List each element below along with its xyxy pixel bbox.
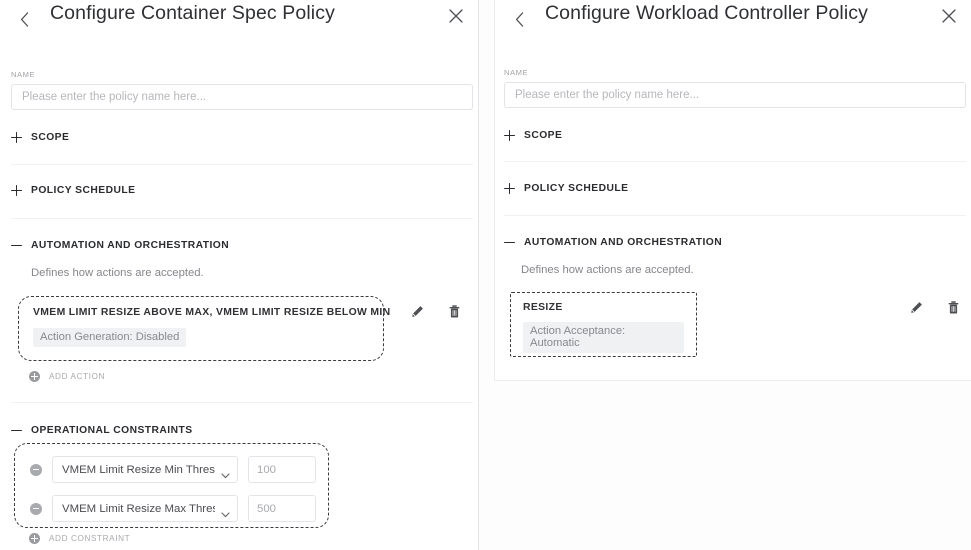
- page-title: Configure Workload Controller Policy: [545, 2, 868, 24]
- minus-circle-icon[interactable]: [30, 502, 42, 515]
- close-icon[interactable]: [941, 8, 959, 26]
- action-card-buttons: [909, 300, 961, 315]
- action-card-title: RESIZE: [523, 302, 563, 313]
- action-card-chip: Action Acceptance: Automatic: [523, 322, 684, 353]
- minus-icon: [11, 240, 22, 251]
- plus-icon: [504, 183, 515, 194]
- section-title: POLICY SCHEDULE: [31, 185, 136, 196]
- action-card[interactable]: VMEM LIMIT RESIZE ABOVE MAX, VMEM LIMIT …: [18, 296, 391, 361]
- panel-header: Configure Container Spec Policy: [0, 0, 478, 44]
- add-constraint-label: ADD CONSTRAINT: [49, 534, 131, 543]
- section-description: Defines how actions are accepted.: [521, 264, 694, 276]
- trash-icon[interactable]: [447, 304, 462, 319]
- constraint-value-input[interactable]: [248, 456, 316, 483]
- section-header-scope[interactable]: SCOPE: [11, 132, 69, 143]
- name-field-group: NAME: [504, 68, 966, 108]
- action-card-row: RESIZE Action Acceptance: Automatic: [510, 292, 965, 357]
- container-spec-policy-panel: Configure Container Spec Policy NAME SCO…: [0, 0, 479, 550]
- section-header-scope[interactable]: SCOPE: [504, 130, 562, 141]
- section-divider: [11, 218, 473, 219]
- close-icon[interactable]: [448, 8, 466, 26]
- action-card[interactable]: RESIZE Action Acceptance: Automatic: [510, 292, 697, 357]
- add-constraint-link[interactable]: ADD CONSTRAINT: [29, 533, 130, 544]
- section-title: OPERATIONAL CONSTRAINTS: [31, 425, 193, 436]
- add-action-link[interactable]: ADD ACTION: [29, 371, 105, 382]
- panel-header: Configure Workload Controller Policy: [495, 0, 971, 44]
- add-action-label: ADD ACTION: [49, 372, 106, 381]
- pencil-icon[interactable]: [410, 304, 425, 319]
- section-title: AUTOMATION AND ORCHESTRATION: [524, 237, 723, 248]
- workload-controller-policy-panel: Configure Workload Controller Policy NAM…: [494, 0, 971, 381]
- action-card-chip: Action Generation: Disabled: [33, 328, 187, 347]
- section-header-operational-constraints[interactable]: OPERATIONAL CONSTRAINTS: [11, 425, 193, 436]
- action-card-title: VMEM LIMIT RESIZE ABOVE MAX, VMEM LIMIT …: [33, 307, 391, 318]
- section-header-policy-schedule[interactable]: POLICY SCHEDULE: [11, 185, 135, 196]
- action-card-buttons: [410, 304, 462, 319]
- plus-icon: [504, 130, 515, 141]
- policy-name-input[interactable]: [504, 82, 966, 108]
- plus-circle-icon: [29, 533, 40, 544]
- section-title: SCOPE: [524, 130, 563, 141]
- section-header-automation-and-orchestration[interactable]: AUTOMATION AND ORCHESTRATION: [504, 237, 722, 248]
- section-divider: [11, 164, 473, 165]
- constraint-type-select-wrap: VMEM Limit Resize Max Thresho: [52, 495, 238, 522]
- constraint-row: VMEM Limit Resize Max Thresho: [30, 495, 328, 522]
- name-label: NAME: [11, 70, 36, 79]
- action-card-row: VMEM LIMIT RESIZE ABOVE MAX, VMEM LIMIT …: [18, 296, 473, 361]
- name-field-group: NAME: [11, 70, 473, 110]
- screenshot-root: Configure Container Spec Policy NAME SCO…: [0, 0, 971, 550]
- minus-icon: [504, 237, 515, 248]
- chevron-left-icon[interactable]: [509, 8, 529, 30]
- plus-circle-icon: [29, 371, 40, 382]
- constraint-row: VMEM Limit Resize Min Thresho: [30, 456, 328, 483]
- section-description: Defines how actions are accepted.: [31, 267, 204, 279]
- section-divider: [11, 402, 473, 403]
- policy-name-input[interactable]: [11, 84, 473, 110]
- chevron-left-icon[interactable]: [14, 8, 34, 30]
- constraint-type-select[interactable]: VMEM Limit Resize Max Thresho: [52, 495, 238, 522]
- section-divider: [504, 161, 966, 162]
- plus-icon: [11, 185, 22, 196]
- constraint-value-input[interactable]: [248, 495, 316, 522]
- section-title: SCOPE: [31, 132, 70, 143]
- section-header-policy-schedule[interactable]: POLICY SCHEDULE: [504, 183, 628, 194]
- section-title: AUTOMATION AND ORCHESTRATION: [31, 240, 230, 251]
- section-header-automation-and-orchestration[interactable]: AUTOMATION AND ORCHESTRATION: [11, 240, 229, 251]
- plus-icon: [11, 132, 22, 143]
- constraints-card: VMEM Limit Resize Min Thresho VMEM Limit…: [14, 443, 329, 528]
- name-label: NAME: [504, 68, 529, 77]
- minus-circle-icon[interactable]: [30, 463, 42, 476]
- constraint-type-select[interactable]: VMEM Limit Resize Min Thresho: [52, 456, 238, 483]
- page-title: Configure Container Spec Policy: [50, 2, 335, 24]
- constraint-type-select-wrap: VMEM Limit Resize Min Thresho: [52, 456, 238, 483]
- section-title: POLICY SCHEDULE: [524, 183, 629, 194]
- pencil-icon[interactable]: [909, 300, 924, 315]
- section-divider: [504, 215, 966, 216]
- minus-icon: [11, 425, 22, 436]
- trash-icon[interactable]: [946, 300, 961, 315]
